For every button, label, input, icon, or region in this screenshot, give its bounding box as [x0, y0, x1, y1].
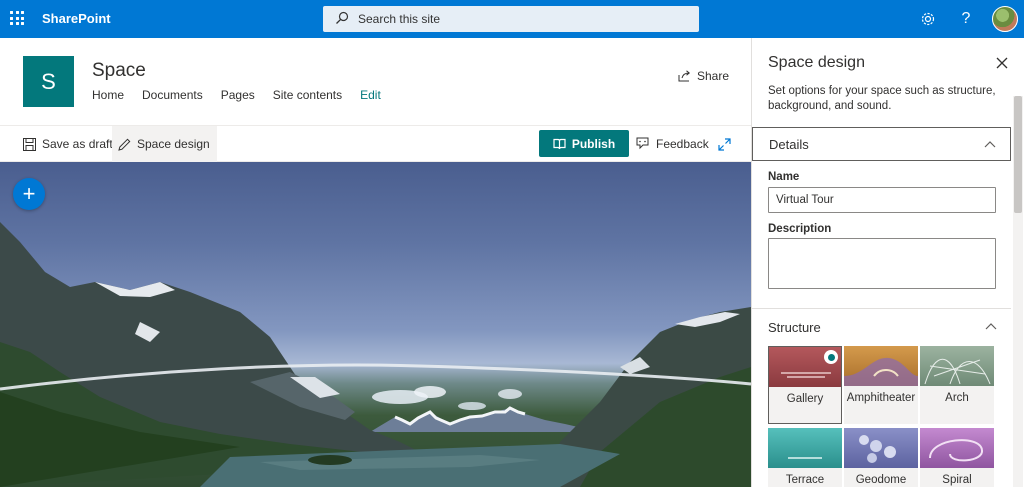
space-canvas[interactable]: +: [0, 162, 751, 487]
settings-gear-icon[interactable]: [917, 8, 939, 30]
nav-home[interactable]: Home: [92, 88, 124, 102]
space-design-button[interactable]: Space design: [112, 126, 217, 162]
site-navigation: Home Documents Pages Site contents Edit: [92, 88, 399, 102]
structure-heading: Structure: [768, 319, 821, 335]
structure-option-amphitheater[interactable]: Amphitheater: [844, 346, 918, 424]
save-draft-button[interactable]: Save as draft: [17, 126, 119, 162]
suite-bar: SharePoint Search this site ?: [0, 0, 1024, 38]
nav-documents[interactable]: Documents: [142, 88, 203, 102]
arch-thumbnail: [920, 346, 994, 386]
panel-scrollbar[interactable]: [1013, 96, 1023, 487]
panel-title: Space design: [768, 54, 865, 71]
share-label: Share: [697, 69, 730, 83]
site-title[interactable]: Space: [92, 60, 146, 82]
details-heading: Details: [769, 136, 809, 152]
site-header: S Space Home Documents Pages Site conten…: [0, 38, 751, 126]
expand-icon[interactable]: [712, 126, 737, 162]
user-avatar[interactable]: [992, 6, 1018, 32]
publish-button[interactable]: Publish: [539, 130, 629, 157]
space-design-panel: Space design Set options for your space …: [751, 38, 1024, 487]
scrollbar-thumb[interactable]: [1014, 96, 1022, 213]
details-section-header[interactable]: Details: [752, 127, 1011, 161]
amphitheater-thumbnail: [844, 346, 918, 386]
structure-label: Geodome: [855, 474, 907, 486]
search-icon: [336, 11, 349, 24]
share-icon: [678, 70, 690, 82]
nav-site-contents[interactable]: Site contents: [273, 88, 342, 102]
chevron-up-icon: [984, 141, 996, 148]
spiral-thumbnail: [920, 428, 994, 468]
save-icon: [23, 137, 36, 151]
structure-option-terrace[interactable]: Terrace: [768, 428, 842, 487]
terrace-thumbnail: [768, 428, 842, 468]
search-placeholder: Search this site: [358, 12, 441, 26]
structure-label: Amphitheater: [846, 392, 916, 404]
structure-label: Terrace: [785, 474, 825, 486]
panorama-image: [0, 222, 751, 487]
description-label: Description: [768, 223, 832, 235]
share-button[interactable]: Share: [678, 69, 729, 83]
add-web-part-button[interactable]: +: [13, 178, 45, 210]
name-label: Name: [768, 171, 800, 183]
name-input[interactable]: [768, 187, 996, 213]
pencil-icon: [118, 138, 131, 151]
nav-edit-link[interactable]: Edit: [360, 88, 381, 102]
publish-label: Publish: [571, 136, 616, 151]
help-icon[interactable]: ?: [955, 8, 977, 30]
structure-label: Arch: [945, 392, 969, 404]
site-logo[interactable]: S: [23, 56, 74, 107]
app-brand[interactable]: SharePoint: [42, 11, 111, 26]
structure-option-arch[interactable]: Arch: [920, 346, 994, 424]
geodome-thumbnail: [844, 428, 918, 468]
app-launcher-icon[interactable]: [8, 9, 26, 27]
structure-option-gallery[interactable]: Gallery: [768, 346, 842, 424]
book-icon: [553, 138, 566, 149]
feedback-icon: [636, 137, 649, 150]
structure-label: Gallery: [786, 393, 824, 405]
search-box[interactable]: Search this site: [323, 6, 699, 32]
save-draft-label: Save as draft: [42, 137, 113, 151]
space-design-label: Space design: [137, 137, 210, 151]
nav-pages[interactable]: Pages: [221, 88, 255, 102]
structure-option-geodome[interactable]: Geodome: [844, 428, 918, 487]
command-bar: Save as draft Space design Publish Feedb…: [0, 126, 751, 162]
structure-option-spiral[interactable]: Spiral: [920, 428, 994, 487]
chevron-up-icon: [985, 323, 997, 330]
feedback-label: Feedback: [656, 137, 709, 151]
feedback-button[interactable]: Feedback: [629, 126, 715, 162]
selected-check-icon: [824, 350, 838, 364]
structure-label: Spiral: [942, 474, 972, 486]
description-textarea[interactable]: [768, 238, 996, 289]
close-icon[interactable]: [994, 55, 1010, 71]
panel-description: Set options for your space such as struc…: [768, 85, 996, 112]
plus-icon: +: [22, 181, 36, 206]
structure-section-header[interactable]: Structure: [752, 310, 1011, 344]
section-divider: [752, 308, 1011, 309]
